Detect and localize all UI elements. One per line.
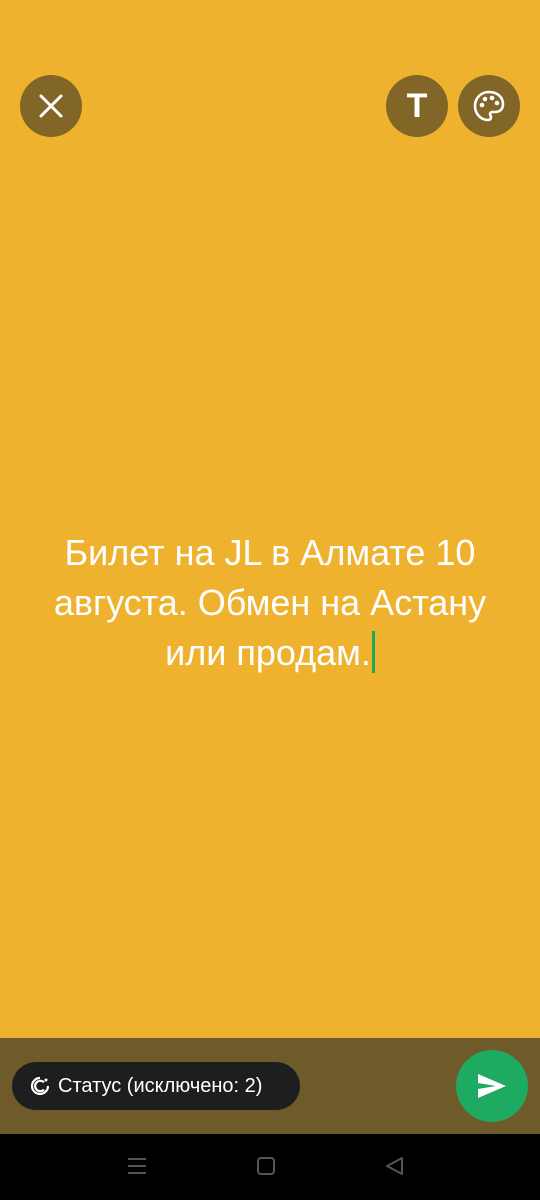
text-cursor — [371, 631, 375, 673]
text-style-label: T — [406, 87, 428, 125]
menu-icon[interactable] — [126, 1154, 148, 1178]
status-text: Билет на JL в Алмате 10 августа. Обмен н… — [53, 532, 487, 673]
send-button[interactable] — [456, 1050, 528, 1122]
text-style-button[interactable]: T — [386, 75, 448, 137]
system-navigation-bar — [0, 1134, 540, 1200]
send-icon — [478, 1074, 506, 1098]
palette-icon — [473, 90, 505, 122]
close-icon — [39, 94, 63, 118]
status-audience-button[interactable]: Статус (исключено: 2) — [12, 1062, 300, 1110]
back-icon[interactable] — [383, 1154, 405, 1178]
color-palette-button[interactable] — [458, 75, 520, 137]
status-privacy-icon — [30, 1076, 50, 1096]
close-button[interactable] — [20, 75, 82, 137]
home-icon[interactable] — [255, 1154, 277, 1178]
status-audience-label: Статус (исключено: 2) — [58, 1074, 263, 1097]
status-text-input[interactable]: Билет на JL в Алмате 10 августа. Обмен н… — [30, 528, 510, 678]
